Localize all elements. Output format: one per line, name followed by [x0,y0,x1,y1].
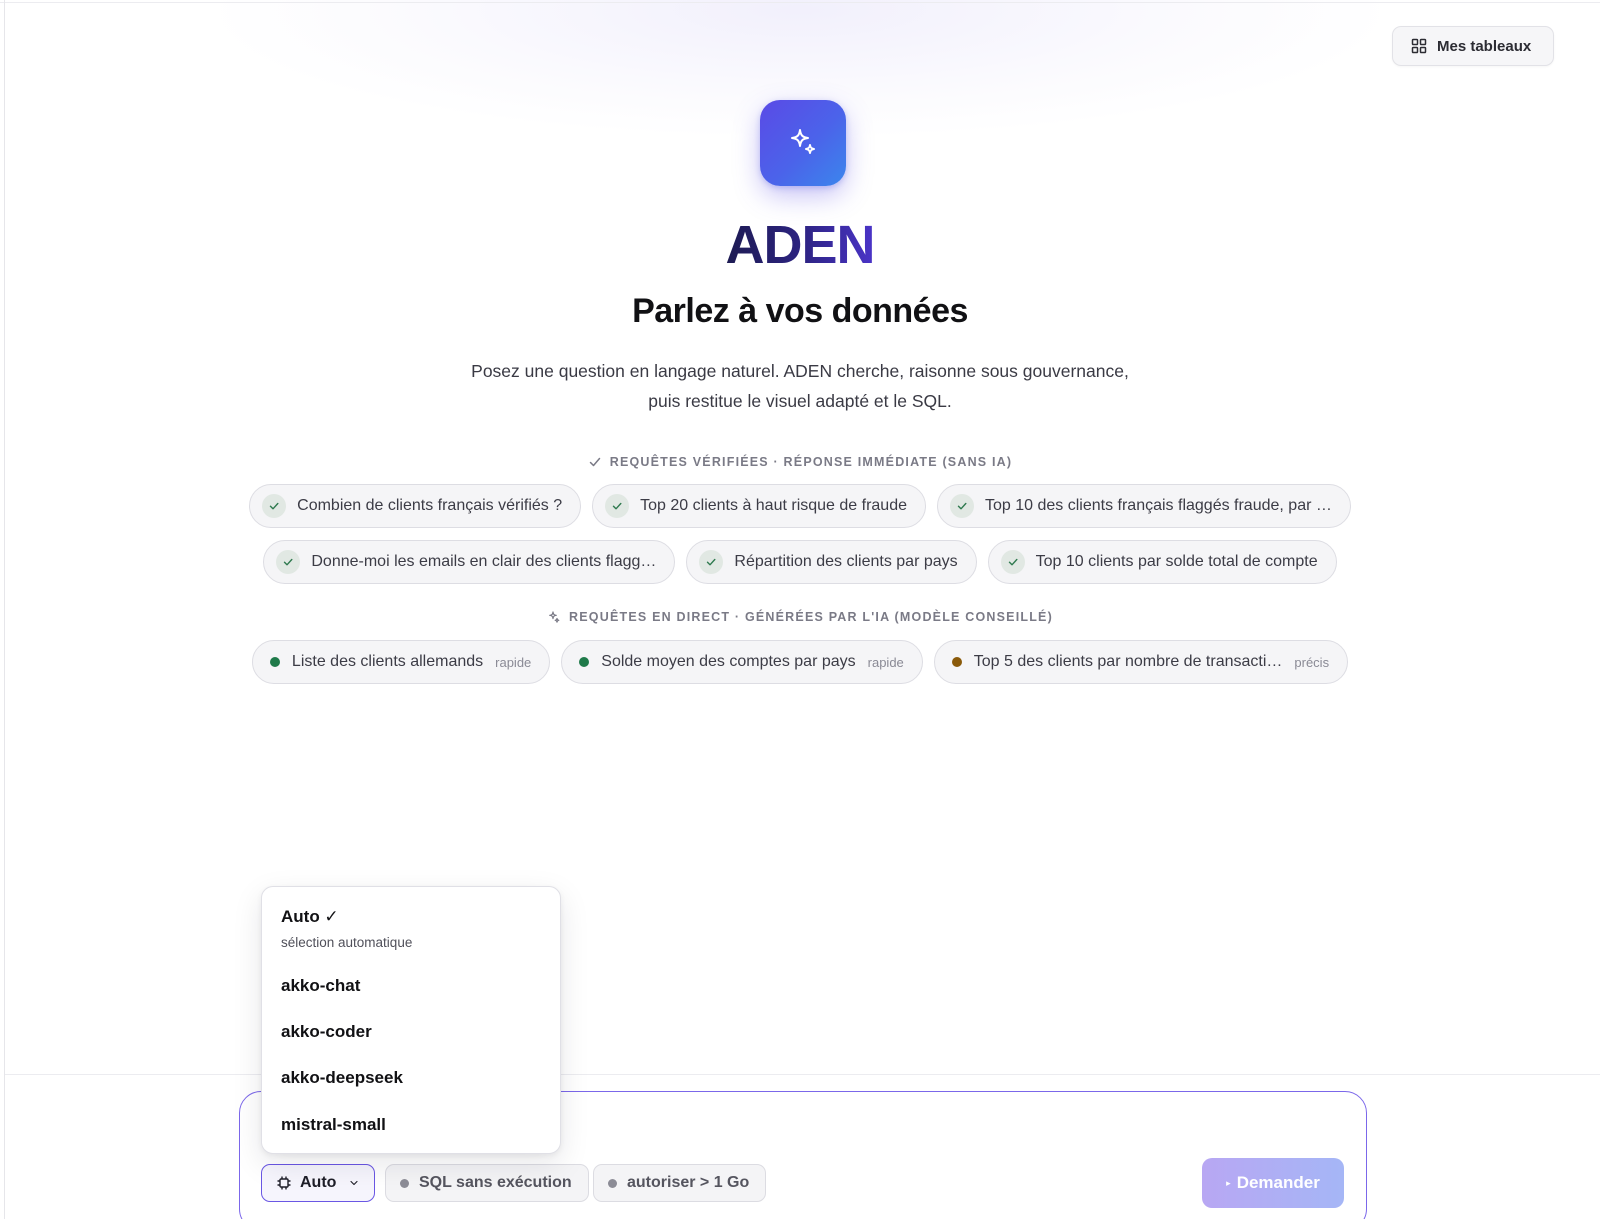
chip-label: Solde moyen des comptes par pays [601,653,856,670]
verified-query-chip[interactable]: Top 20 clients à haut risque de fraude [592,484,926,528]
chip-speed-tag: rapide [867,654,904,670]
app-logo [760,100,846,186]
ask-button[interactable]: ▸ Demander [1202,1158,1344,1208]
model-dropdown-menu: Auto ✓ sélection automatique akko-chat a… [261,886,561,1154]
verified-check-icon [950,494,974,518]
live-row: Liste des clients allemands rapide Solde… [0,640,1600,684]
model-option-auto[interactable]: Auto ✓ [281,907,339,927]
verified-row-2: Donne-moi les emails en clair des client… [0,540,1600,584]
chip-speed-tag: précis [1294,654,1330,670]
chip-label: Répartition des clients par pays [734,553,958,570]
verified-check-icon [262,494,287,518]
chip-label: Top 10 clients par solde total de compte [1035,553,1318,570]
verified-check-icon [276,550,301,574]
chip-icon [277,1176,291,1190]
chevron-down-icon [350,1180,358,1186]
sparkles-icon [791,129,815,154]
status-dot [269,657,280,667]
status-dot [951,657,962,667]
ask-button-label: Demander [1236,1173,1320,1192]
model-select[interactable]: Auto [261,1164,375,1202]
chip-label: Donne-moi les emails en clair des client… [311,553,657,570]
verified-check-icon [699,550,724,574]
toggle-label: SQL sans exécution [419,1174,572,1191]
chip-label: Top 5 des clients par nombre de transact… [973,653,1283,670]
page-headline: Parlez à vos données [632,292,968,330]
verified-query-chip[interactable]: Répartition des clients par pays [686,540,977,584]
verified-check-icon [605,494,630,518]
app-root: Mes tableaux ADEN Parlez à vos données P… [0,0,1600,1219]
grid-icon [1411,38,1427,54]
verified-row-1: Combien de clients français vérifiés ? T… [0,484,1600,528]
chip-label: Top 10 des clients français flaggés frau… [985,497,1332,514]
model-option[interactable]: mistral-small [281,1115,386,1135]
model-option[interactable]: akko-coder [281,1022,372,1042]
verified-check-icon [1000,550,1025,574]
live-section-label: REQUÊTES EN DIRECT · GÉNÉRÉES PAR L'IA (… [0,610,1600,624]
check-icon [589,457,600,467]
model-select-value: Auto [300,1174,337,1191]
play-icon: ▸ [1226,1177,1231,1188]
sql-no-exec-toggle[interactable]: SQL sans exécution [385,1164,589,1202]
chip-label: Liste des clients allemands [291,653,484,670]
chip-label: Combien de clients français vérifiés ? [297,497,563,514]
verified-query-chip[interactable]: Donne-moi les emails en clair des client… [263,540,676,584]
subtitle-line-1: Posez une question en langage naturel. A… [471,361,1129,381]
page-subtitle: Posez une question en langage naturel. A… [400,356,1200,416]
verified-query-chip[interactable]: Top 10 des clients français flaggés frau… [937,484,1351,528]
dashboards-button[interactable]: Mes tableaux [1392,26,1554,66]
composer-divider [5,1074,1600,1075]
model-option-auto-description: sélection automatique [281,935,413,950]
subtitle-line-2: puis restitue le visuel adapté et le SQL… [648,391,952,411]
sparkles-icon [549,611,560,623]
live-query-chip[interactable]: Liste des clients allemands rapide [251,640,551,684]
status-dot [579,657,590,667]
model-option[interactable]: akko-deepseek [281,1068,403,1088]
toggle-label: autoriser > 1 Go [627,1174,750,1191]
allow-large-scan-toggle[interactable]: autoriser > 1 Go [593,1164,767,1202]
live-query-chip[interactable]: Solde moyen des comptes par pays rapide [561,640,923,684]
chip-speed-tag: rapide [495,654,532,670]
model-option[interactable]: akko-chat [281,976,360,996]
verified-query-chip[interactable]: Combien de clients français vérifiés ? [249,484,582,528]
live-query-chip[interactable]: Top 5 des clients par nombre de transact… [933,640,1349,684]
top-divider [0,2,1600,3]
brand-title: ADEN [725,215,875,275]
toggle-dot [400,1178,409,1188]
dashboards-button-label: Mes tableaux [1437,37,1532,55]
chip-label: Top 20 clients à haut risque de fraude [640,497,907,514]
verified-query-chip[interactable]: Top 10 clients par solde total de compte [987,540,1337,584]
verified-section-label: REQUÊTES VÉRIFIÉES · RÉPONSE IMMÉDIATE (… [0,455,1600,469]
toggle-dot [608,1178,617,1188]
